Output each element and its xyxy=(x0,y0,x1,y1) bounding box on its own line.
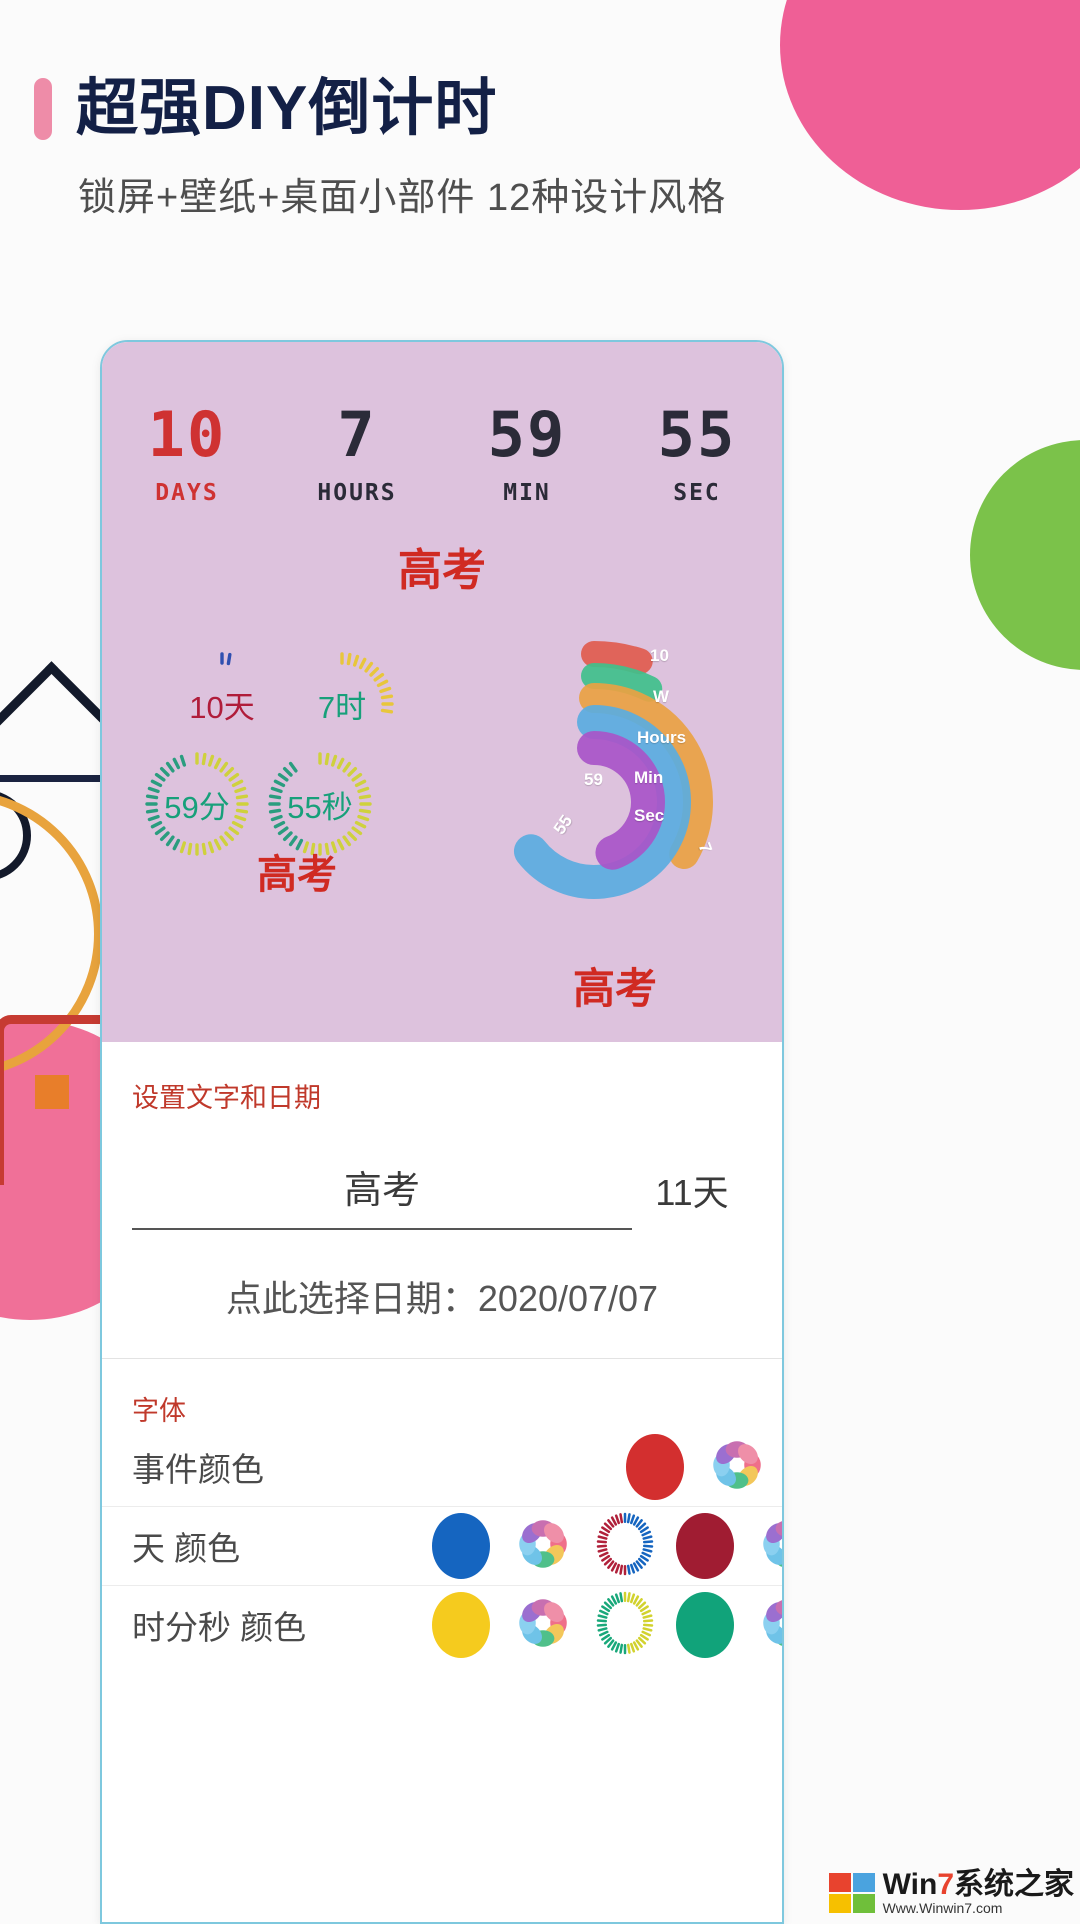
digital-value-min: 59 xyxy=(487,398,567,471)
digital-value-sec: 55 xyxy=(657,398,737,471)
arc-label-min: Min xyxy=(634,768,664,787)
color-swatch-ring-icon[interactable] xyxy=(596,1511,654,1582)
arc-label-sec: Sec xyxy=(634,806,665,825)
color-row-label-hms: 时分秒 颜色 xyxy=(132,1609,307,1646)
title-accent-bar xyxy=(34,78,52,140)
arc-widget-svg xyxy=(513,641,713,899)
settings-form: 设置文字和日期 高考 11天 点此选择日期：2020/07/07 字体 事件颜色… xyxy=(102,1042,782,1664)
color-swatch-ring-icon[interactable] xyxy=(596,1590,654,1661)
digital-label-hours: HOURS xyxy=(317,480,397,506)
color-swatch-flower-icon[interactable] xyxy=(706,1434,768,1501)
ring-widget-cluster: 10天 7时 59分 55秒 高考 xyxy=(120,642,420,912)
widget-preview-area: 10 DAYS 7 HOURS 59 MIN 55 SEC 高考 10天 7时 … xyxy=(102,342,782,1042)
color-row-label-event: 事件颜色 xyxy=(132,1451,264,1488)
decor-bar-navy xyxy=(0,775,110,782)
phone-preview-card: 10 DAYS 7 HOURS 59 MIN 55 SEC 高考 10天 7时 … xyxy=(100,340,784,1924)
watermark-text-block: Win7系统之家 Www.Winwin7.com xyxy=(882,1868,1074,1917)
digital-cell-days: 10 DAYS xyxy=(127,398,247,507)
digital-label-sec: SEC xyxy=(673,480,721,506)
arc-label-days: 10 xyxy=(650,646,669,665)
watermark: Win7系统之家 Www.Winwin7.com xyxy=(828,1868,1074,1917)
section-label-font: 字体 xyxy=(132,1396,186,1426)
color-swatches-hms[interactable] xyxy=(432,1590,782,1661)
decor-square-orange xyxy=(35,1075,69,1109)
page-subtitle: 锁屏+壁纸+桌面小部件 12种设计风格 xyxy=(78,177,727,219)
decor-red-hook xyxy=(0,1015,114,1084)
watermark-url: Www.Winwin7.com xyxy=(882,1900,1003,1916)
digital-cell-hours: 7 HOURS xyxy=(297,398,417,507)
title-row: 超强DIY倒计时 xyxy=(34,78,1080,140)
arc-label-weeks: W xyxy=(653,687,670,706)
digital-value-hours: 7 xyxy=(337,398,377,471)
event-name-row: 高考 11天 xyxy=(102,1115,782,1230)
decor-red-bar xyxy=(0,1075,4,1185)
color-swatch-flower-icon[interactable] xyxy=(512,1513,574,1580)
color-swatch-solid[interactable] xyxy=(676,1592,734,1658)
arc-value-min: 59 xyxy=(584,770,603,789)
page-header: 超强DIY倒计时 锁屏+壁纸+桌面小部件 12种设计风格 xyxy=(0,0,1080,221)
digital-cell-min: 59 MIN xyxy=(467,398,587,507)
color-swatch-flower-icon[interactable] xyxy=(512,1592,574,1659)
page-title: 超强DIY倒计时 xyxy=(76,74,498,143)
color-swatches-event[interactable] xyxy=(432,1434,768,1501)
date-picker-row[interactable]: 点此选择日期：2020/07/07 xyxy=(102,1230,782,1359)
digital-value-days: 10 xyxy=(147,398,227,471)
days-remaining-label: 11天 xyxy=(655,1172,729,1213)
windows-logo-icon xyxy=(828,1873,875,1913)
color-swatch-solid[interactable] xyxy=(432,1592,490,1658)
event-name-input[interactable]: 高考 xyxy=(132,1159,632,1230)
color-swatch-solid[interactable] xyxy=(626,1434,684,1500)
color-row-days: 天 颜色 xyxy=(102,1507,782,1586)
color-swatch-flower-icon[interactable] xyxy=(756,1513,782,1580)
digital-cell-sec: 55 SEC xyxy=(637,398,757,507)
arc-widget: 10 W Hours Min Sec 59 55 7 xyxy=(434,610,764,910)
color-swatch-solid[interactable] xyxy=(676,1513,734,1579)
digital-countdown: 10 DAYS 7 HOURS 59 MIN 55 SEC xyxy=(102,342,782,507)
digital-label-days: DAYS xyxy=(155,480,219,506)
arc-label-hours: Hours xyxy=(637,728,687,747)
section-label-text-date: 设置文字和日期 xyxy=(132,1083,321,1113)
color-swatch-solid[interactable] xyxy=(432,1513,490,1579)
color-row-label-days: 天 颜色 xyxy=(132,1530,241,1567)
decor-circle-green-right xyxy=(970,440,1080,670)
ring-widget-event-title: 高考 xyxy=(257,853,337,897)
color-swatches-days[interactable] xyxy=(432,1511,782,1582)
color-row-event: 事件颜色 xyxy=(102,1428,782,1507)
color-row-hms: 时分秒 颜色 xyxy=(102,1586,782,1664)
digital-label-min: MIN xyxy=(503,480,551,506)
watermark-brand: Win7系统之家 xyxy=(882,1868,1074,1901)
preview-bottom-event-title: 高考 xyxy=(572,965,657,1012)
color-swatch-flower-icon[interactable] xyxy=(756,1592,782,1659)
digital-event-title: 高考 xyxy=(398,546,486,595)
